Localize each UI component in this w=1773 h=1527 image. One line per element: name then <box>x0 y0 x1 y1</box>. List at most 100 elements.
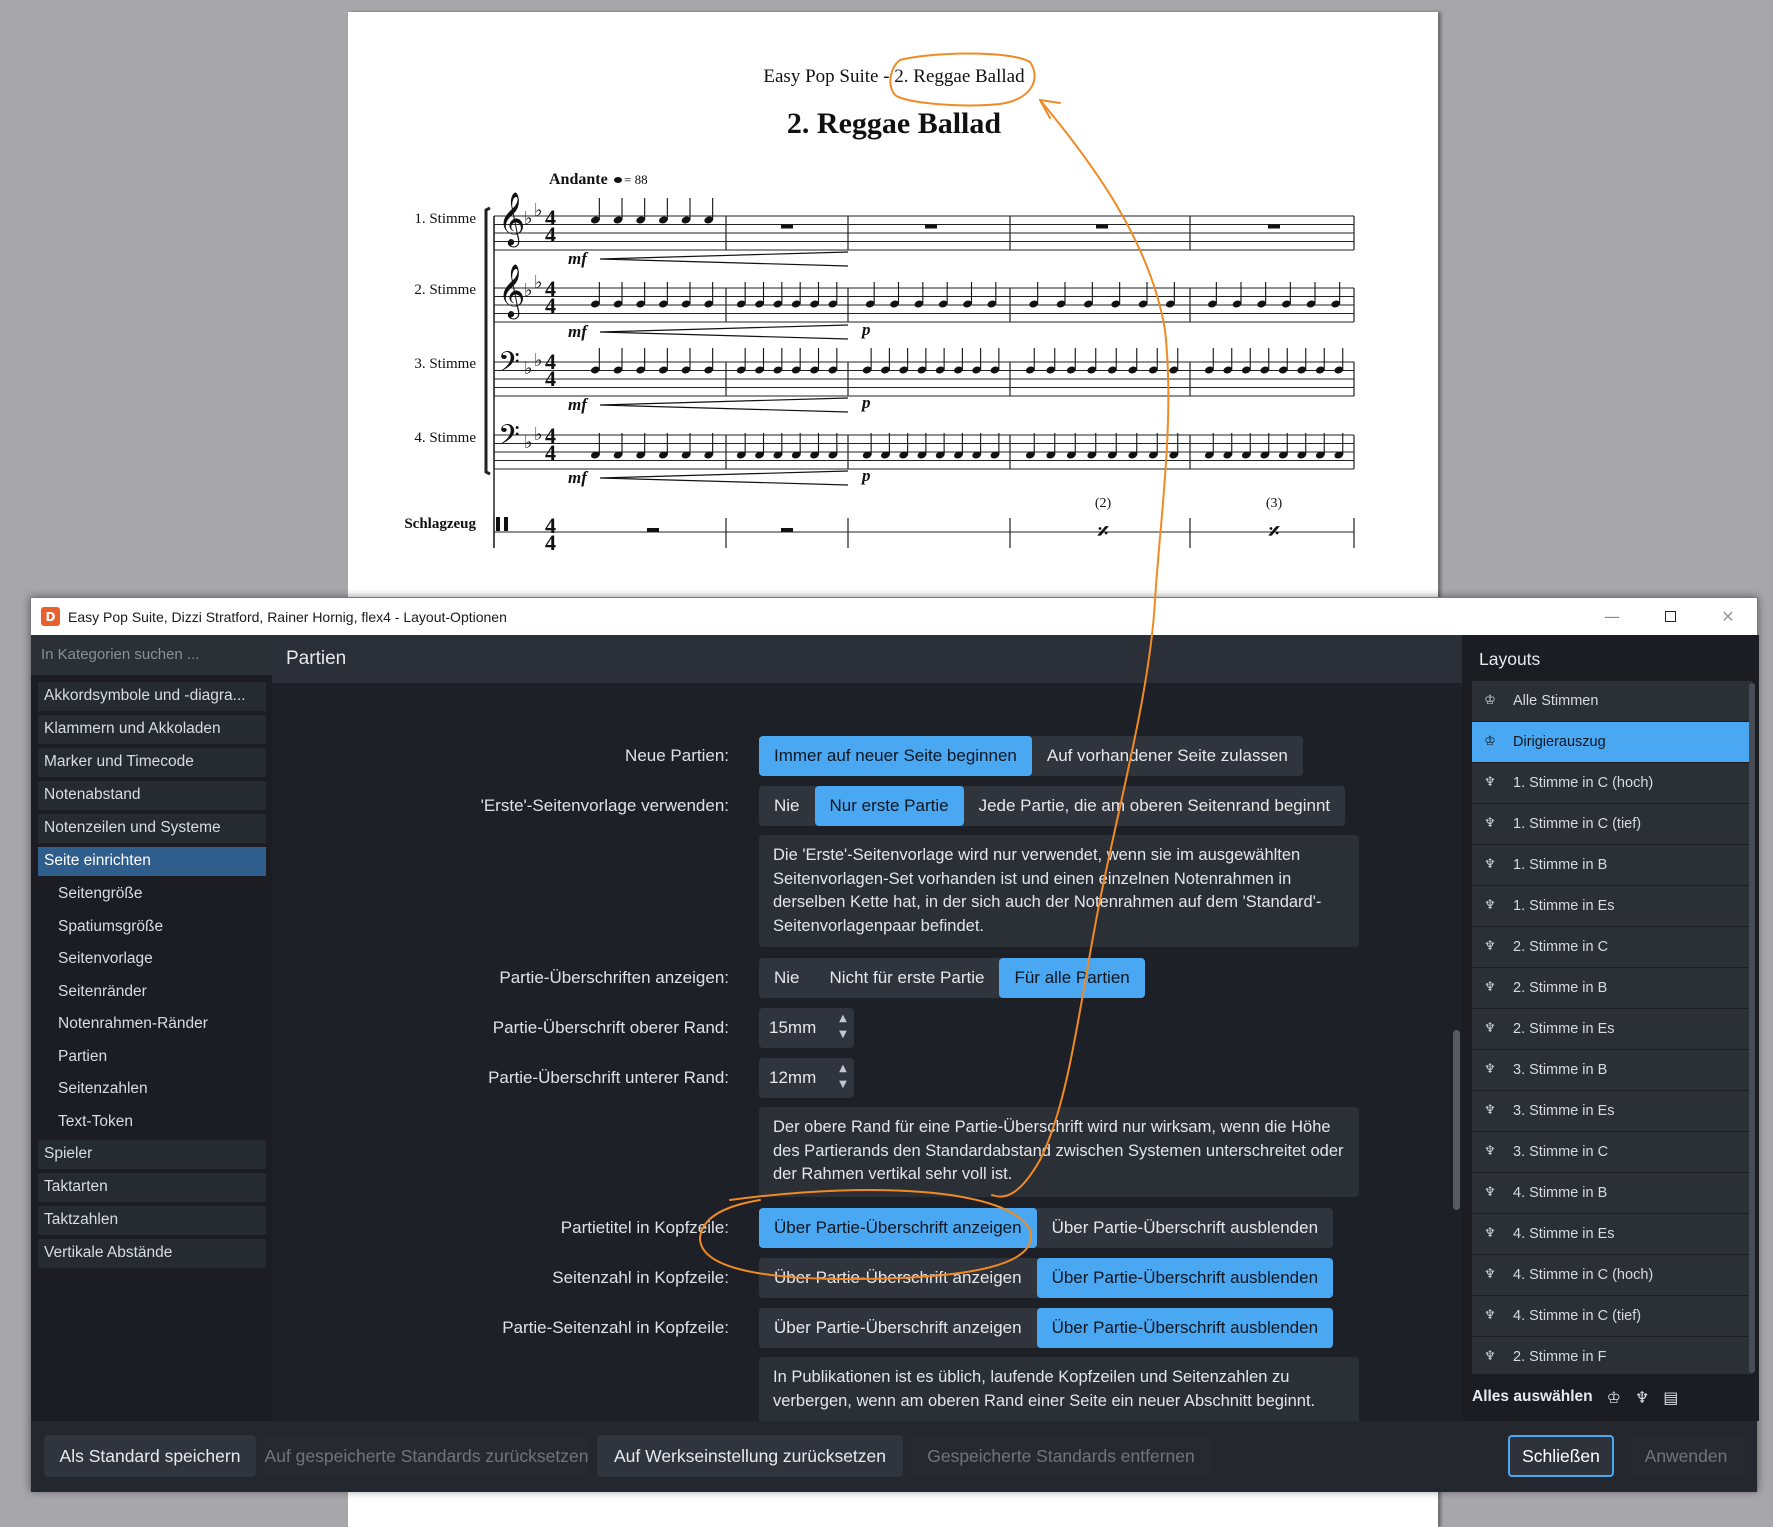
dorico-app-icon: D <box>41 607 60 626</box>
subcategory-item[interactable]: Spatiumsgröße <box>38 913 266 942</box>
layout-item[interactable]: ♆ 4. Stimme in B <box>1472 1173 1752 1213</box>
reset-factory-button[interactable]: Auf Werkseinstellung zurücksetzen <box>597 1435 903 1477</box>
oberer-rand-spinbox[interactable]: 15mm ▲ ▼ <box>759 1008 854 1048</box>
option-button[interactable]: Über Partie-Überschrift anzeigen <box>759 1208 1037 1248</box>
tempo-text: Andante <box>549 171 608 188</box>
whole-rest <box>781 528 793 532</box>
option-button[interactable]: Für alle Partien <box>999 958 1145 998</box>
treble-clef-icon: 𝄞 <box>498 264 525 319</box>
category-search-input[interactable]: In Kategorien suchen ... <box>31 635 272 675</box>
close-button[interactable]: Schließen <box>1508 1435 1614 1477</box>
part-icon: ♆ <box>1484 939 1496 955</box>
full-score-icon[interactable]: ♔ <box>1607 1388 1621 1407</box>
maximize-button[interactable] <box>1641 598 1699 635</box>
spinbox-arrows-icon[interactable]: ▲ ▼ <box>836 1061 850 1093</box>
category-item[interactable]: Notenzeilen und Systeme <box>38 814 266 843</box>
svg-text:♭: ♭ <box>524 432 533 453</box>
title-bar[interactable]: D Easy Pop Suite, Dizzi Stratford, Raine… <box>31 598 1757 635</box>
subcategory-item[interactable]: Seitengröße <box>38 880 266 909</box>
ueberschriften-segmented: Nie Nicht für erste Partie Für alle Part… <box>759 958 1145 998</box>
dynamic-p: p <box>860 466 871 485</box>
part-icon: ♆ <box>1484 1062 1496 1078</box>
layout-item-label: 3. Stimme in Es <box>1513 1102 1615 1119</box>
key-signatures: ♭ ♭ ♭ ♭ ♭ ♭ ♭ ♭ <box>524 200 543 453</box>
category-item[interactable]: Spieler <box>38 1140 266 1169</box>
svg-text:4: 4 <box>545 293 556 318</box>
layout-item[interactable]: ♔ Dirigierauszug <box>1472 722 1752 762</box>
save-default-button[interactable]: Als Standard speichern <box>44 1435 256 1477</box>
layout-item[interactable]: ♆ 2. Stimme in Es <box>1472 1009 1752 1049</box>
option-button[interactable]: Über Partie-Überschrift anzeigen <box>759 1258 1037 1298</box>
layout-item[interactable]: ♆ 3. Stimme in C <box>1472 1132 1752 1172</box>
unterer-rand-spinbox[interactable]: 12mm ▲ ▼ <box>759 1058 854 1098</box>
layout-item[interactable]: ♆ 4. Stimme in C (tief) <box>1472 1296 1752 1336</box>
layout-item[interactable]: ♆ 3. Stimme in Es <box>1472 1091 1752 1131</box>
erste-vorlage-label: 'Erste'-Seitenvorlage verwenden: <box>480 796 729 815</box>
category-item[interactable]: Marker und Timecode <box>38 748 266 777</box>
layout-item[interactable]: ♆ 2. Stimme in B <box>1472 968 1752 1008</box>
option-button[interactable]: Nur erste Partie <box>814 786 964 826</box>
category-item[interactable]: Notenabstand <box>38 781 266 810</box>
document-icon[interactable]: ▤ <box>1663 1388 1678 1407</box>
option-button[interactable]: Über Partie-Überschrift ausblenden <box>1036 1258 1334 1298</box>
option-button[interactable]: Nicht für erste Partie <box>815 958 1000 998</box>
option-button[interactable]: Jede Partie, die am oberen Seitenrand be… <box>964 786 1346 826</box>
layout-item[interactable]: ♆ 4. Stimme in Es <box>1472 1214 1752 1254</box>
select-all-label[interactable]: Alles auswählen <box>1472 1388 1593 1406</box>
staff-name-2: 2. Stimme <box>414 282 476 298</box>
option-button[interactable]: Über Partie-Überschrift ausblenden <box>1036 1308 1334 1348</box>
category-item[interactable]: Klammern und Akkoladen <box>38 715 266 744</box>
layout-item[interactable]: ♆ 2. Stimme in C <box>1472 927 1752 967</box>
options-scrollbar[interactable] <box>1453 1030 1460 1210</box>
subcategory-item[interactable]: Notenrahmen-Ränder <box>38 1010 266 1039</box>
option-button[interactable]: Über Partie-Überschrift anzeigen <box>759 1308 1037 1348</box>
subcategory-item[interactable]: Partien <box>38 1043 266 1072</box>
layout-item[interactable]: ♔ Alle Stimmen <box>1472 681 1752 721</box>
subcategory-item[interactable]: Text-Token <box>38 1108 266 1137</box>
option-button[interactable]: Nie <box>759 786 815 826</box>
reset-saved-button[interactable]: Auf gespeicherte Standards zurücksetzen <box>264 1435 589 1477</box>
apply-button[interactable]: Anwenden <box>1626 1435 1746 1477</box>
option-button[interactable]: Auf vorhandener Seite zulassen <box>1032 736 1303 776</box>
category-item[interactable]: Taktzahlen <box>38 1206 266 1235</box>
option-button[interactable]: Immer auf neuer Seite beginnen <box>759 736 1032 776</box>
part-icon[interactable]: ♆ <box>1635 1388 1649 1407</box>
subcategory-item[interactable]: Seitenvorlage <box>38 945 266 974</box>
subcategory-item[interactable]: Seitenzahlen <box>38 1075 266 1104</box>
layout-item[interactable]: ♆ 1. Stimme in Es <box>1472 886 1752 926</box>
layout-item-label: 1. Stimme in C (hoch) <box>1513 774 1654 791</box>
spinbox-arrows-icon[interactable]: ▲ ▼ <box>836 1011 850 1043</box>
category-item[interactable]: Akkordsymbole und -diagra... <box>38 682 266 711</box>
category-item[interactable]: Vertikale Abstände <box>38 1239 266 1268</box>
unterer-rand-label: Partie-Überschrift unterer Rand: <box>488 1068 729 1087</box>
layout-item-label: Alle Stimmen <box>1513 692 1599 709</box>
remove-saved-button[interactable]: Gespeicherte Standards entfernen <box>911 1435 1211 1477</box>
layout-item[interactable]: ♆ 1. Stimme in C (tief) <box>1472 804 1752 844</box>
close-window-button[interactable]: ✕ <box>1699 598 1757 635</box>
layout-item[interactable]: ♆ 3. Stimme in B <box>1472 1050 1752 1090</box>
layouts-footer: Alles auswählen ♔ ♆ ▤ <box>1472 1382 1752 1412</box>
svg-text:4: 4 <box>545 366 556 391</box>
layout-item[interactable]: ♆ 1. Stimme in B <box>1472 845 1752 885</box>
layouts-title: Layouts <box>1479 649 1541 669</box>
layout-item[interactable]: ♆ 1. Stimme in C (hoch) <box>1472 763 1752 803</box>
category-panel: In Kategorien suchen ... Akkordsymbole u… <box>31 635 272 1421</box>
layouts-scrollbar[interactable] <box>1749 683 1755 1373</box>
layout-item[interactable]: ♆ 4. Stimme in C (hoch) <box>1472 1255 1752 1295</box>
layout-item[interactable]: ♆ 2. Stimme in F <box>1472 1337 1752 1374</box>
info-box: Die 'Erste'-Seitenvorlage wird nur verwe… <box>759 835 1359 947</box>
part-icon: ♆ <box>1484 1103 1496 1119</box>
flow-title: 2. Reggae Ballad <box>787 107 1001 140</box>
category-item-selected[interactable]: Seite einrichten <box>38 847 266 876</box>
minimize-button[interactable]: — <box>1583 598 1641 635</box>
bar-repeat-icon: 𝄎 <box>1097 519 1110 544</box>
whole-rest <box>1096 224 1108 229</box>
category-item[interactable]: Taktarten <box>38 1173 266 1202</box>
option-button[interactable]: Über Partie-Überschrift ausblenden <box>1037 1208 1333 1248</box>
scrollbar-thumb[interactable] <box>1749 683 1755 1373</box>
svg-text:♭: ♭ <box>534 350 543 371</box>
subcategory-item[interactable]: Seitenränder <box>38 978 266 1007</box>
layout-item-label: 1. Stimme in Es <box>1513 897 1615 914</box>
part-icon: ♆ <box>1484 898 1496 914</box>
option-button[interactable]: Nie <box>759 958 815 998</box>
